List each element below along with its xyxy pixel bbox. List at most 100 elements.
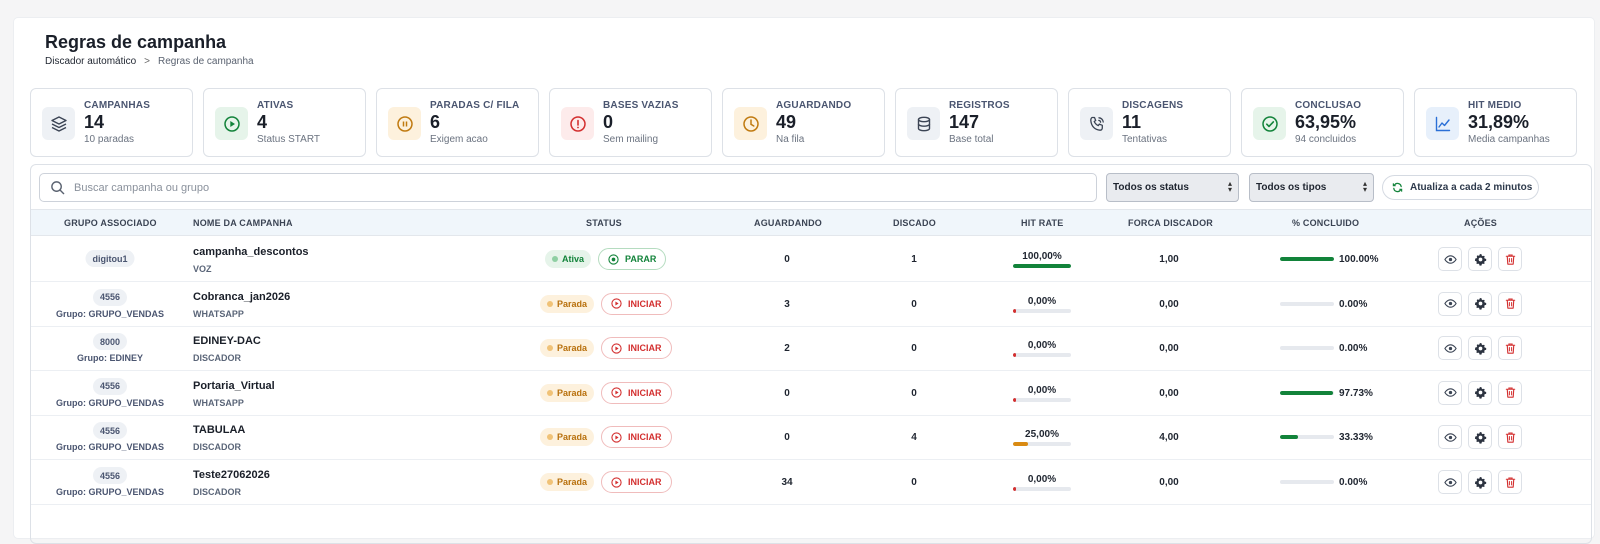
start-campaign-button[interactable]: INICIAR: [601, 381, 672, 404]
hit-rate-value: 0,00%: [1027, 474, 1057, 485]
delete-button[interactable]: [1498, 291, 1522, 316]
col-aguardando[interactable]: AGUARDANDO: [754, 218, 822, 228]
table-row[interactable]: 4556 Grupo: GRUPO_VENDAS TABULAA DISCADO…: [31, 415, 1591, 461]
delete-button[interactable]: [1498, 380, 1522, 405]
campaign-name[interactable]: Portaria_Virtual: [193, 380, 275, 392]
settings-button[interactable]: [1468, 247, 1492, 271]
settings-button[interactable]: [1468, 425, 1492, 450]
table-row[interactable]: digitou1 campanha_descontos VOZ Ativa PA…: [31, 237, 1591, 282]
trash-icon: [1505, 298, 1515, 309]
delete-button[interactable]: [1498, 247, 1522, 271]
refresh-interval-button[interactable]: Atualiza a cada 2 minutos: [1382, 175, 1539, 200]
view-button[interactable]: [1438, 247, 1462, 271]
type-filter-select[interactable]: Todos os tipos ▴ ▾: [1249, 173, 1374, 202]
action-label: INICIAR: [628, 298, 662, 309]
status-text: Parada: [557, 343, 588, 354]
settings-button[interactable]: [1468, 291, 1492, 316]
table-row[interactable]: 4556 Grupo: GRUPO_VENDAS Portaria_Virtua…: [31, 371, 1591, 416]
summary-card-discagens: DISCAGENS 11 Tentativas: [1068, 88, 1231, 157]
col-grupo[interactable]: GRUPO ASSOCIADO: [64, 218, 157, 228]
group-name: Grupo: EDINEY: [76, 353, 144, 364]
action-label: PARAR: [625, 254, 657, 264]
summary-card-conclusao: CONCLUSAO 63,95% 94 concluidos: [1241, 88, 1404, 157]
dialed-count: 0: [911, 298, 917, 310]
table-row[interactable]: 4556 Grupo: GRUPO_VENDAS Cobranca_jan202…: [31, 282, 1591, 327]
table-row[interactable]: 8000 Grupo: EDINEY EDINEY-DAC DISCADOR P…: [31, 326, 1591, 372]
hit-rate-bar: [1013, 442, 1071, 447]
settings-button[interactable]: [1468, 470, 1492, 494]
waiting-count: 3: [784, 298, 790, 310]
view-button[interactable]: [1438, 336, 1462, 361]
completion-bar: [1280, 257, 1334, 261]
start-campaign-button[interactable]: INICIAR: [601, 292, 672, 315]
eye-icon: [1443, 477, 1457, 487]
delete-button[interactable]: [1498, 470, 1522, 494]
gear-icon: [1474, 253, 1486, 266]
campaign-name[interactable]: EDINEY-DAC: [193, 335, 261, 347]
col-discado[interactable]: DISCADO: [893, 218, 936, 228]
view-button[interactable]: [1438, 425, 1462, 450]
delete-button[interactable]: [1498, 336, 1522, 361]
database-icon: [907, 107, 940, 140]
hit-rate-bar: [1013, 308, 1071, 313]
select-arrows-icon: ▴ ▾: [1227, 179, 1232, 194]
table-row[interactable]: 4556 Grupo: GRUPO_VENDAS Teste27062026 D…: [31, 460, 1591, 505]
view-button[interactable]: [1438, 470, 1462, 494]
hit-rate-bar: [1013, 397, 1071, 402]
search-input[interactable]: [74, 181, 974, 194]
col-nome[interactable]: NOME DA CAMPANHA: [193, 218, 293, 228]
col-concluido[interactable]: % CONCLUIDO: [1292, 218, 1359, 228]
eye-icon: [1443, 299, 1457, 308]
settings-button[interactable]: [1468, 380, 1492, 405]
search-box[interactable]: [39, 173, 1097, 202]
col-forca[interactable]: FORCA DISCADOR: [1128, 218, 1213, 228]
eye-icon: [1443, 388, 1457, 398]
hit-rate-value: 0,00%: [1027, 295, 1057, 307]
type-filter-value: Todos os tipos: [1256, 182, 1327, 193]
phone-call-icon: [1080, 107, 1113, 140]
campaign-type: WHATSAPP: [193, 397, 244, 408]
card-subtext: Tentativas: [1122, 134, 1168, 145]
completion-bar: [1280, 480, 1334, 484]
card-subtext: Media campanhas: [1468, 134, 1550, 145]
status-filter-select[interactable]: Todos os status ▴ ▾: [1106, 173, 1239, 202]
completion-value: 33.33%: [1339, 432, 1373, 444]
waiting-count: 0: [784, 254, 790, 265]
card-value: 147: [949, 112, 980, 132]
col-hit-rate[interactable]: HIT RATE: [1021, 218, 1063, 228]
play-circle-icon: [611, 476, 622, 488]
summary-card-ativas: ATIVAS 4 Status START: [203, 88, 366, 157]
stop-campaign-button[interactable]: PARAR: [598, 248, 667, 270]
status-dot-icon: [547, 300, 553, 307]
start-campaign-button[interactable]: INICIAR: [601, 337, 672, 360]
settings-button[interactable]: [1468, 336, 1492, 361]
view-button[interactable]: [1438, 291, 1462, 316]
start-campaign-button[interactable]: INICIAR: [601, 426, 672, 449]
completion-value: 0.00%: [1339, 298, 1368, 310]
campaign-name[interactable]: Teste27062026: [193, 469, 270, 481]
breadcrumb-link-discador[interactable]: Discador automático: [45, 56, 136, 67]
card-value: 11: [1122, 112, 1142, 132]
card-label: AGUARDANDO: [776, 100, 852, 111]
play-circle-icon: [611, 387, 622, 398]
campaign-name[interactable]: Cobranca_jan2026: [193, 291, 290, 303]
col-status[interactable]: STATUS: [586, 218, 622, 228]
card-value: 0: [603, 112, 614, 132]
delete-button[interactable]: [1498, 425, 1522, 450]
start-campaign-button[interactable]: INICIAR: [601, 471, 672, 493]
card-subtext: Status START: [257, 134, 320, 145]
card-value: 49: [776, 112, 797, 132]
summary-card-campanhas: CAMPANHAS 14 10 paradas: [30, 88, 193, 157]
card-subtext: Exigem acao: [430, 134, 488, 145]
gear-icon: [1474, 298, 1486, 310]
status-text: Ativa: [562, 254, 585, 264]
status-badge: Parada: [540, 428, 595, 447]
group-name: Grupo: GRUPO_VENDAS: [55, 442, 165, 453]
group-name: Grupo: GRUPO_VENDAS: [55, 487, 165, 497]
campaign-name[interactable]: TABULAA: [193, 424, 245, 436]
campaign-type: DISCADOR: [193, 442, 242, 453]
card-label: ATIVAS: [257, 100, 294, 111]
view-button[interactable]: [1438, 380, 1462, 405]
table-header: GRUPO ASSOCIADO NOME DA CAMPANHA STATUS …: [31, 209, 1591, 236]
campaign-name[interactable]: campanha_descontos: [193, 246, 309, 258]
